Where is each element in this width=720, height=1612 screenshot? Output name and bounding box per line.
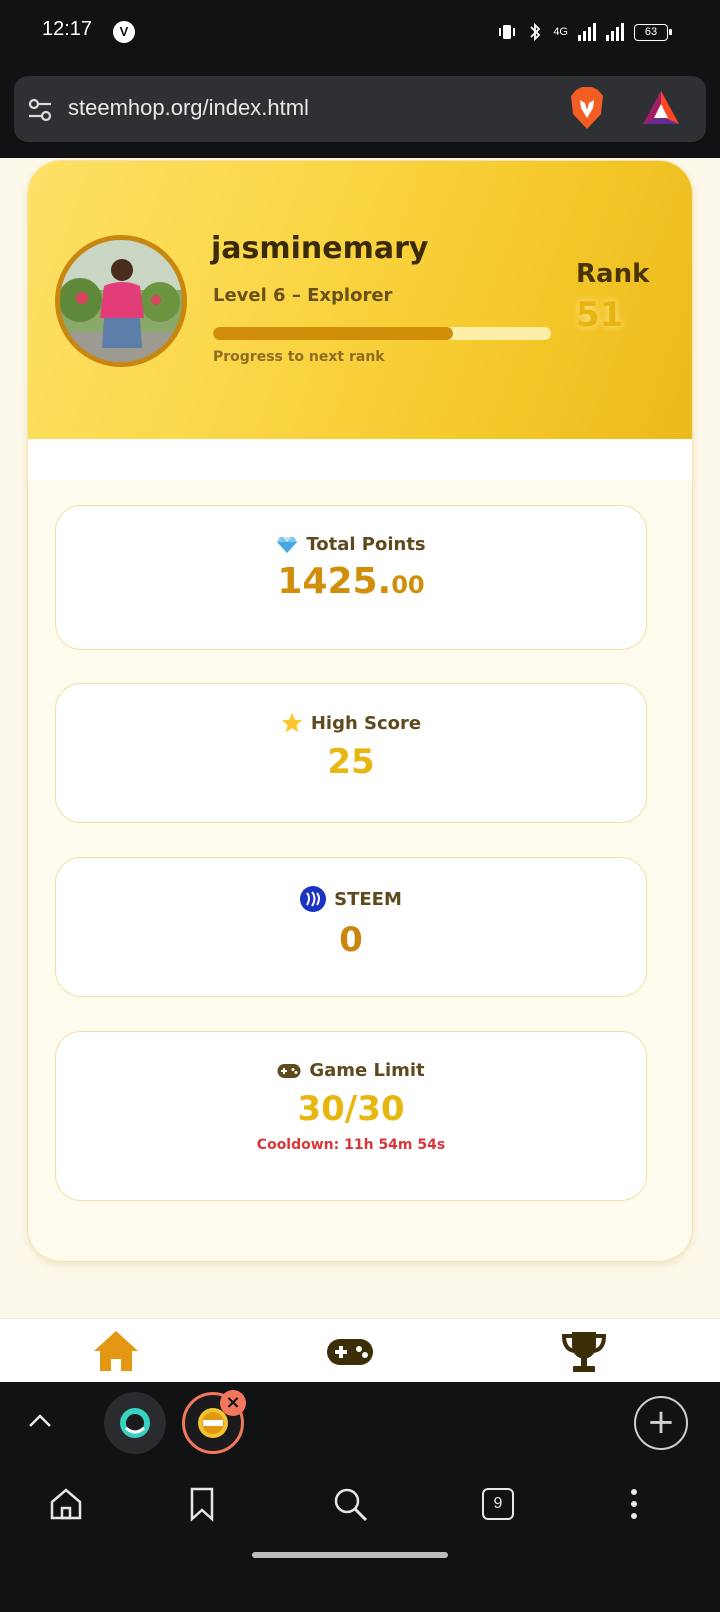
header-spacer bbox=[28, 439, 692, 481]
battery-icon: 63 bbox=[634, 23, 672, 41]
home-button-icon[interactable] bbox=[46, 1484, 86, 1524]
bluetooth-icon bbox=[530, 22, 541, 42]
browser-toolbar: 9 bbox=[0, 1468, 720, 1612]
address-bar[interactable]: steemhop.org/index.html bbox=[14, 76, 706, 142]
home-indicator bbox=[252, 1552, 448, 1558]
total-points-value: 1425.00 bbox=[56, 561, 646, 602]
trophy-icon[interactable] bbox=[560, 1329, 608, 1375]
browser-tab-strip: × + bbox=[0, 1382, 720, 1468]
profile-header: jasminemary Level 6 – Explorer Progress … bbox=[28, 161, 692, 439]
tabs-count-button[interactable]: 9 bbox=[482, 1488, 514, 1520]
new-tab-button[interactable]: + bbox=[634, 1396, 688, 1450]
star-icon bbox=[281, 713, 302, 733]
games-nav-icon[interactable] bbox=[326, 1329, 374, 1375]
steem-icon bbox=[300, 886, 327, 912]
close-tab-icon[interactable]: × bbox=[220, 1390, 246, 1416]
bookmark-icon[interactable] bbox=[182, 1484, 222, 1524]
chevron-up-icon[interactable] bbox=[26, 1408, 54, 1436]
status-icons: 4G 63 bbox=[497, 20, 672, 44]
browser-address-area: steemhop.org/index.html bbox=[0, 64, 720, 158]
status-bar: 12:17 V 4G 63 bbox=[0, 0, 720, 64]
profile-card: jasminemary Level 6 – Explorer Progress … bbox=[27, 160, 693, 1262]
tab-favicon-icon bbox=[120, 1408, 150, 1438]
vibrate-icon bbox=[499, 25, 516, 39]
brave-shields-icon[interactable] bbox=[568, 86, 606, 130]
app-bottom-nav bbox=[0, 1318, 720, 1382]
total-points-heading: Total Points bbox=[56, 534, 646, 555]
site-settings-icon[interactable] bbox=[26, 96, 54, 124]
rank-label: Rank bbox=[576, 259, 650, 289]
home-icon[interactable] bbox=[92, 1329, 140, 1375]
game-limit-heading: Game Limit bbox=[56, 1060, 646, 1081]
signal-icon bbox=[578, 23, 596, 41]
url-text[interactable]: steemhop.org/index.html bbox=[68, 95, 309, 121]
total-points-title: Total Points bbox=[306, 534, 426, 555]
high-score-heading: High Score bbox=[56, 712, 646, 734]
progress-label: Progress to next rank bbox=[213, 349, 385, 365]
game-limit-value: 30/30 bbox=[297, 1089, 405, 1129]
game-limit-card: Game Limit 30/30 Cooldown: 11h 54m 54s bbox=[55, 1031, 647, 1201]
steem-value: 0 bbox=[339, 920, 363, 960]
tab-thumbnail-1[interactable] bbox=[104, 1392, 166, 1454]
status-time: 12:17 bbox=[42, 18, 93, 40]
high-score-value: 25 bbox=[327, 742, 375, 782]
steem-heading: STEEM bbox=[56, 886, 646, 912]
page-content: jasminemary Level 6 – Explorer Progress … bbox=[0, 158, 720, 1358]
high-score-card: High Score 25 bbox=[55, 683, 647, 823]
total-points-dec: 00 bbox=[391, 571, 425, 599]
high-score-title: High Score bbox=[310, 712, 422, 734]
search-icon[interactable] bbox=[330, 1484, 370, 1524]
total-points-card: Total Points 1425.00 bbox=[55, 505, 647, 650]
rank-progress-bar bbox=[213, 327, 551, 340]
username: jasminemary bbox=[211, 231, 429, 266]
rank-value: 51 bbox=[576, 295, 624, 335]
bat-rewards-icon[interactable] bbox=[640, 88, 682, 128]
signal-icon-2 bbox=[606, 23, 624, 41]
cooldown-timer: Cooldown: 11h 54m 54s bbox=[256, 1137, 446, 1153]
network-type: 4G bbox=[553, 26, 568, 38]
avatar bbox=[55, 235, 187, 367]
level-label: Level 6 – Explorer bbox=[213, 285, 393, 306]
vpn-icon: V bbox=[113, 21, 135, 43]
gamepad-icon bbox=[277, 1063, 301, 1078]
total-points-int: 1425. bbox=[277, 561, 392, 602]
more-menu-icon[interactable] bbox=[614, 1484, 654, 1524]
steem-card: STEEM 0 bbox=[55, 857, 647, 997]
game-limit-title: Game Limit bbox=[309, 1060, 425, 1081]
steem-title: STEEM bbox=[334, 888, 402, 910]
rank-progress-fill bbox=[213, 327, 453, 340]
gem-icon bbox=[277, 536, 298, 553]
